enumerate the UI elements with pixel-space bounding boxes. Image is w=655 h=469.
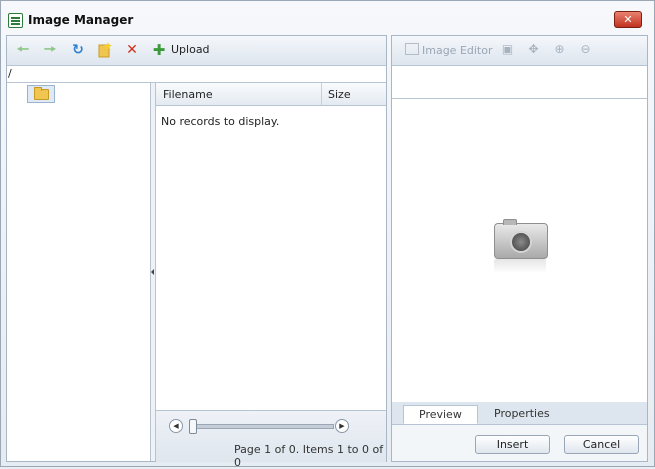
- file-browser-pane: 🠔 🠖 ↻ ✕ ✚ Upload / Filename Size No reco…: [6, 35, 387, 469]
- tab-properties[interactable]: Properties: [479, 405, 565, 424]
- current-path: /: [8, 67, 12, 80]
- window-icon: [8, 13, 23, 28]
- cancel-button[interactable]: Cancel: [564, 435, 639, 454]
- actual-size-icon[interactable]: ✥: [527, 43, 540, 56]
- upload-button[interactable]: Upload: [171, 43, 210, 56]
- image-editor-icon: [405, 43, 419, 55]
- image-preview-area: [392, 99, 647, 402]
- camera-placeholder-icon: [494, 219, 548, 259]
- preview-tabs: Preview Properties: [392, 402, 647, 425]
- image-editor-label: Image Editor: [422, 44, 493, 57]
- pager-info: Page 1 of 0. Items 1 to 0 of 0: [234, 443, 384, 469]
- slider-thumb[interactable]: [189, 419, 197, 434]
- best-fit-icon[interactable]: ▣: [501, 43, 514, 56]
- file-grid: Filename Size No records to display. ◀ ▶…: [156, 83, 386, 469]
- image-editor-button[interactable]: Image Editor: [405, 43, 493, 57]
- empty-grid-message: No records to display.: [161, 115, 280, 128]
- dialog-actions: Insert Cancel: [392, 425, 647, 461]
- file-toolbar: 🠔 🠖 ↻ ✕ ✚ Upload: [7, 36, 386, 66]
- preview-pane: Image Editor ▣ ✥ ⊕ ⊖ Preview Properties …: [391, 35, 648, 462]
- slider-increase-button[interactable]: ▶: [335, 419, 349, 433]
- preview-toolbar: Image Editor ▣ ✥ ⊕ ⊖: [392, 36, 647, 66]
- camera-lens: [510, 231, 532, 253]
- column-size[interactable]: Size: [328, 88, 351, 101]
- column-filename[interactable]: Filename: [163, 88, 213, 101]
- arrow-right-icon[interactable]: 🠖: [42, 42, 58, 58]
- title-bar[interactable]: Image Manager ✕: [1, 1, 654, 35]
- delete-icon[interactable]: ✕: [124, 42, 140, 58]
- zoom-in-icon[interactable]: ⊕: [553, 43, 566, 56]
- folder-icon: [34, 87, 49, 100]
- collapse-arrow-icon[interactable]: [151, 269, 154, 275]
- slider-decrease-button[interactable]: ◀: [169, 419, 183, 433]
- path-breadcrumb: /: [7, 66, 386, 83]
- zoom-out-icon[interactable]: ⊖: [579, 43, 592, 56]
- grid-footer: ◀ ▶ Page 1 of 0. Items 1 to 0 of 0: [156, 410, 386, 469]
- close-button[interactable]: ✕: [614, 11, 642, 28]
- slider-track[interactable]: [189, 424, 334, 429]
- tab-preview[interactable]: Preview: [403, 405, 478, 424]
- page-size-slider[interactable]: ◀ ▶: [169, 419, 352, 434]
- new-folder-icon[interactable]: [97, 42, 113, 58]
- refresh-icon[interactable]: ↻: [70, 42, 86, 58]
- image-manager-dialog: Image Manager ✕ 🠔 🠖 ↻ ✕ ✚ Upload / Filen…: [0, 0, 655, 469]
- column-separator: [321, 83, 322, 105]
- window-title: Image Manager: [28, 13, 134, 27]
- folder-tree: [7, 83, 150, 461]
- insert-button[interactable]: Insert: [475, 435, 550, 454]
- grid-header: Filename Size: [156, 83, 386, 106]
- camera-reflection: [494, 259, 546, 273]
- image-info-bar: [392, 66, 647, 99]
- upload-plus-icon[interactable]: ✚: [151, 42, 167, 58]
- arrow-left-icon[interactable]: 🠔: [15, 42, 31, 58]
- root-folder-node[interactable]: [27, 85, 55, 103]
